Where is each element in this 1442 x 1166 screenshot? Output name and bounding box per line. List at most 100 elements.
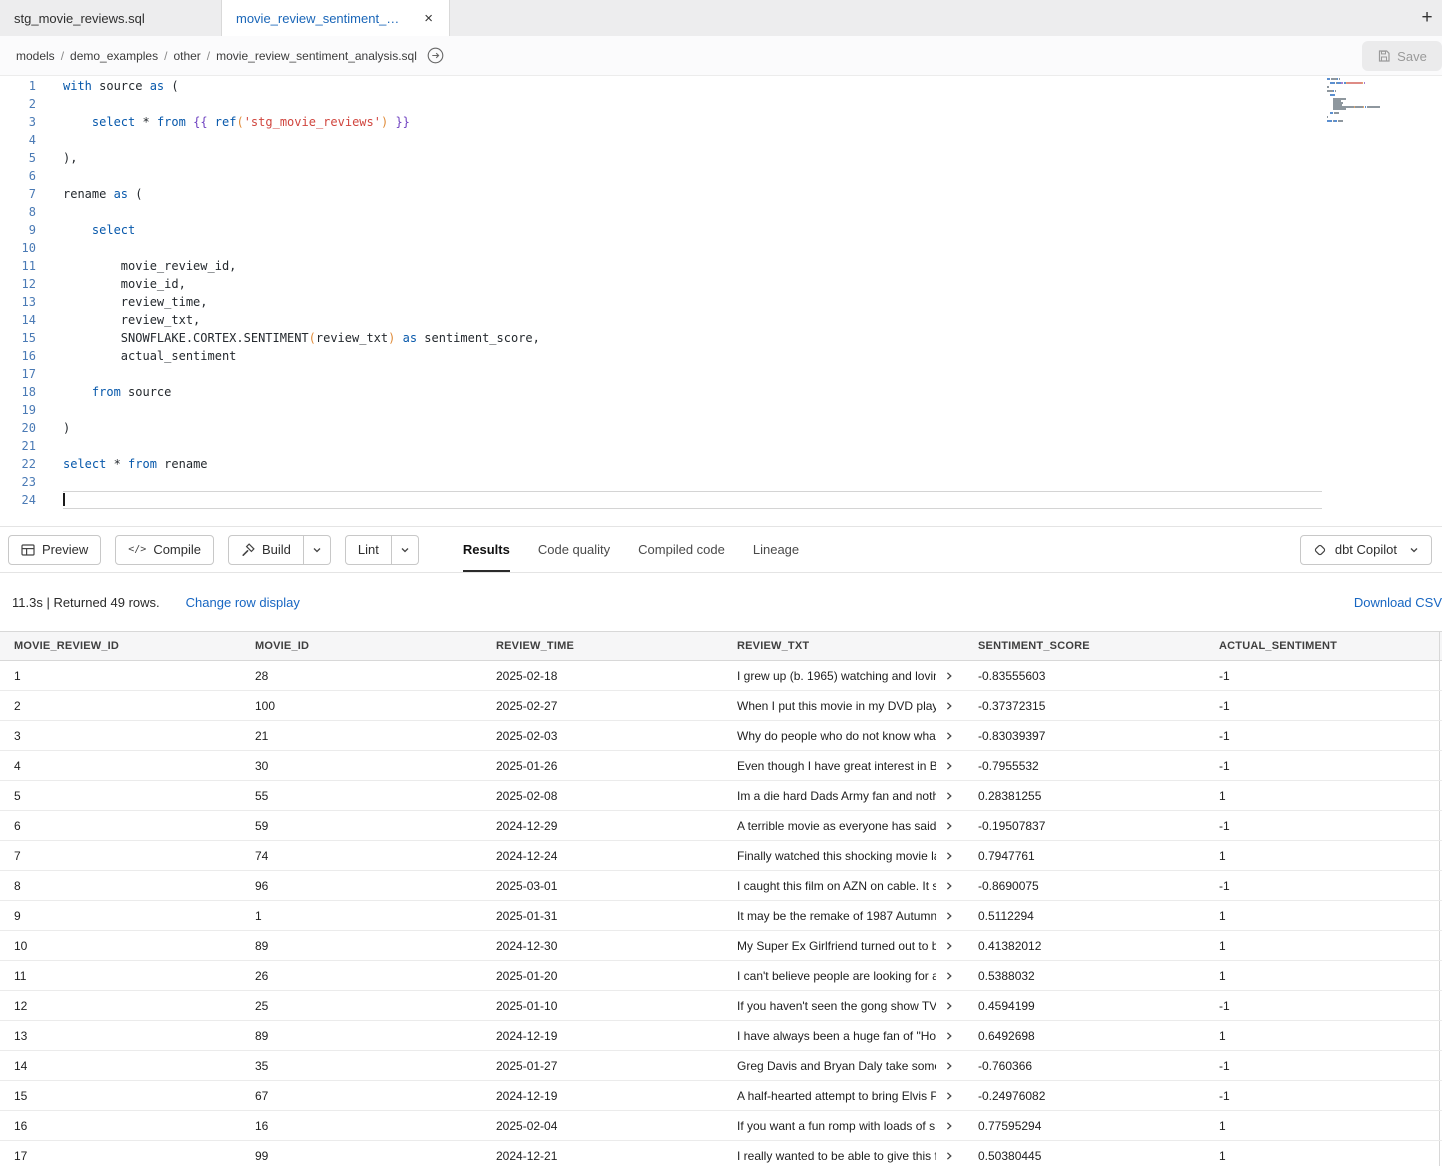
sql-editor[interactable]: 1with source as (23 select * from {{ ref… [0,76,1442,526]
table-row: 16162025-02-04If you want a fun romp wit… [0,1111,1442,1141]
chevron-right-icon[interactable] [944,941,954,951]
chevron-right-icon[interactable] [944,1031,954,1041]
editor-minimap[interactable] [1327,78,1402,126]
column-header-movie-id[interactable]: MOVIE_ID [241,632,482,660]
tab-code-quality[interactable]: Code quality [538,527,610,572]
copy-link-icon[interactable] [427,47,444,64]
code-text: rename as ( [63,185,1322,203]
column-header-actual-sentiment[interactable]: ACTUAL_SENTIMENT [1205,632,1440,660]
code-text: ) [63,419,1322,437]
breadcrumb-segment[interactable]: movie_review_sentiment_analysis.sql [216,49,417,63]
chevron-right-icon[interactable] [944,1091,954,1101]
table-cell: 2025-01-20 [482,961,723,990]
results-tabs: Results Code quality Compiled code Lineage [449,527,813,572]
code-line[interactable]: 7rename as ( [0,185,1322,203]
code-line[interactable]: 18 from source [0,383,1322,401]
table-cell: 100 [241,691,482,720]
breadcrumb-segment[interactable]: other [173,49,200,63]
download-csv-link[interactable]: Download CSV [1354,595,1442,610]
breadcrumb-segment[interactable]: models [16,49,55,63]
breadcrumb-segment[interactable]: demo_examples [70,49,158,63]
table-cell: 28 [241,661,482,690]
chevron-right-icon[interactable] [944,1151,954,1161]
chevron-right-icon[interactable] [944,821,954,831]
code-line[interactable]: 3 select * from {{ ref('stg_movie_review… [0,113,1322,131]
chevron-right-icon[interactable] [944,1121,954,1131]
table-cell: 1 [1205,841,1440,870]
chevron-right-icon[interactable] [944,731,954,741]
chevron-right-icon[interactable] [944,761,954,771]
build-dropdown-button[interactable] [304,535,331,565]
code-line[interactable]: 24 [0,491,1322,509]
lint-dropdown-button[interactable] [392,535,419,565]
new-tab-button[interactable]: + [1412,0,1442,36]
chevron-right-icon[interactable] [944,1061,954,1071]
column-header-sentiment-score[interactable]: SENTIMENT_SCORE [964,632,1205,660]
review-txt-cell: A half-hearted attempt to bring Elvis P… [723,1081,964,1110]
code-text: select * from rename [63,455,1322,473]
preview-button[interactable]: Preview [8,535,101,565]
code-line[interactable]: 13 review_time, [0,293,1322,311]
chevron-right-icon[interactable] [944,791,954,801]
table-cell: 0.50380445 [964,1141,1205,1166]
chevron-right-icon[interactable] [944,671,954,681]
code-line[interactable]: 22select * from rename [0,455,1322,473]
tab-compiled-code[interactable]: Compiled code [638,527,725,572]
code-line[interactable]: 20) [0,419,1322,437]
chevron-right-icon[interactable] [944,1001,954,1011]
review-txt-cell: Why do people who do not know what… [723,721,964,750]
save-button[interactable]: Save [1362,41,1442,71]
code-text: actual_sentiment [63,347,1322,365]
code-line[interactable]: 12 movie_id, [0,275,1322,293]
table-cell: 10 [0,931,241,960]
code-line[interactable]: 5), [0,149,1322,167]
table-cell: 35 [241,1051,482,1080]
change-row-display-link[interactable]: Change row display [186,595,300,610]
code-line[interactable]: 23 [0,473,1322,491]
code-line[interactable]: 19 [0,401,1322,419]
chevron-right-icon[interactable] [944,851,954,861]
code-line[interactable]: 16 actual_sentiment [0,347,1322,365]
line-number: 6 [0,167,36,185]
code-area[interactable]: 1with source as (23 select * from {{ ref… [0,76,1322,509]
code-line[interactable]: 15 SNOWFLAKE.CORTEX.SENTIMENT(review_txt… [0,329,1322,347]
line-number: 21 [0,437,36,455]
table-cell: 1 [241,901,482,930]
file-tab-movie-review-sentiment[interactable]: movie_review_sentiment_… × [222,0,450,36]
table-cell: 3 [0,721,241,750]
build-button[interactable]: Build [228,535,304,565]
code-line[interactable]: 14 review_txt, [0,311,1322,329]
review-txt-cell: I grew up (b. 1965) watching and lovin… [723,661,964,690]
code-text: review_time, [63,293,1322,311]
chevron-right-icon[interactable] [944,971,954,981]
code-line[interactable]: 21 [0,437,1322,455]
code-line[interactable]: 1with source as ( [0,77,1322,95]
tab-results[interactable]: Results [463,527,510,572]
code-line[interactable]: 9 select [0,221,1322,239]
tab-lineage[interactable]: Lineage [753,527,799,572]
table-cell: 1 [1205,1021,1440,1050]
code-line[interactable]: 6 [0,167,1322,185]
column-header-review-time[interactable]: REVIEW_TIME [482,632,723,660]
code-line[interactable]: 8 [0,203,1322,221]
chevron-right-icon[interactable] [944,701,954,711]
file-tab-stg-movie-reviews[interactable]: stg_movie_reviews.sql [0,0,222,36]
column-header-movie-review-id[interactable]: MOVIE_REVIEW_ID [0,632,241,660]
chevron-down-icon [400,545,410,555]
review-txt-cell: I really wanted to be able to give this … [723,1141,964,1166]
chevron-right-icon[interactable] [944,911,954,921]
table-grid-icon [21,543,35,557]
table-cell: 16 [0,1111,241,1140]
compile-button[interactable]: </> Compile [115,535,214,565]
column-header-review-txt[interactable]: REVIEW_TXT [723,632,964,660]
code-line[interactable]: 2 [0,95,1322,113]
code-line[interactable]: 4 [0,131,1322,149]
code-line[interactable]: 17 [0,365,1322,383]
dbt-copilot-button[interactable]: dbt Copilot [1300,535,1432,565]
chevron-right-icon[interactable] [944,881,954,891]
code-line[interactable]: 11 movie_review_id, [0,257,1322,275]
close-icon[interactable]: × [422,11,435,26]
lint-button[interactable]: Lint [345,535,392,565]
code-line[interactable]: 10 [0,239,1322,257]
review-txt-cell: I have always been a huge fan of "Hom… [723,1021,964,1050]
